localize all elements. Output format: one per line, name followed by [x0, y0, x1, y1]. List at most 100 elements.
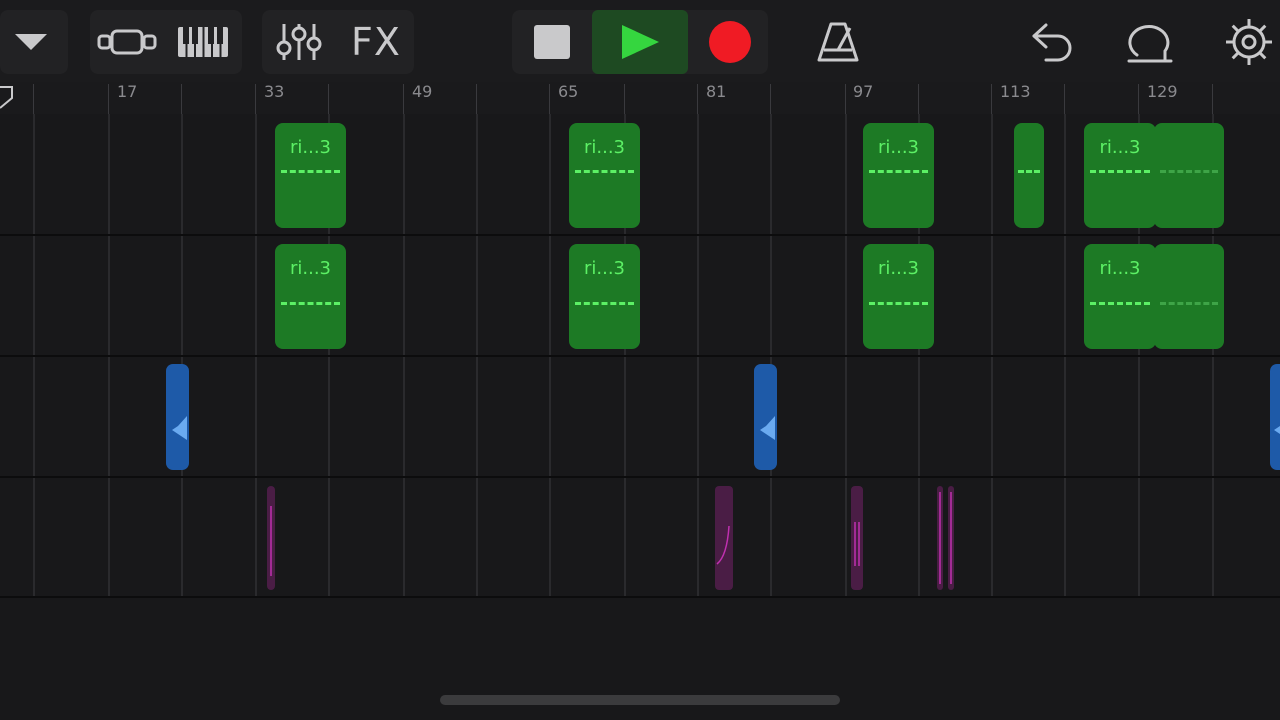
ruler-tick [33, 84, 34, 114]
fx-label: FX [351, 20, 401, 64]
midi-note-line [1160, 302, 1218, 305]
region-detail-icon [939, 492, 941, 584]
midi-region[interactable]: ri...3 [569, 123, 640, 228]
waveform-icon [760, 416, 775, 440]
bar-marker-129: 129 [1147, 82, 1178, 101]
midi-note-line [1090, 302, 1150, 305]
drum-region[interactable] [948, 486, 954, 590]
region-detail-icon [854, 522, 860, 566]
drum-region[interactable] [851, 486, 863, 590]
tracks-dropdown-button[interactable] [0, 10, 62, 74]
audio-region[interactable] [754, 364, 777, 470]
audio-region[interactable] [166, 364, 189, 470]
record-icon [709, 21, 751, 63]
midi-region[interactable]: ri...3 [1084, 123, 1156, 228]
drum-region[interactable] [267, 486, 275, 590]
fx-button[interactable]: FX [340, 10, 412, 74]
region-label: ri...3 [583, 258, 626, 279]
tracks-view-button[interactable] [92, 10, 162, 74]
midi-note-line [575, 170, 634, 173]
bar-marker-97: 97 [853, 82, 874, 101]
midi-region[interactable]: ri...3 [863, 244, 934, 349]
metronome-button[interactable] [800, 10, 876, 74]
ruler-tick [918, 84, 919, 114]
ruler-tick [108, 84, 109, 114]
timeline-ruler[interactable]: 17 33 49 65 81 97 113 129 [0, 82, 1280, 114]
ruler-tick [770, 84, 771, 114]
midi-note-line [869, 302, 928, 305]
ruler-tick [1212, 84, 1213, 114]
midi-region[interactable] [1014, 123, 1044, 228]
playhead-icon[interactable] [0, 86, 14, 110]
region-label: ri...3 [1099, 137, 1141, 158]
drum-region[interactable] [715, 486, 733, 590]
region-label: ri...3 [583, 137, 626, 158]
region-label: ri...3 [877, 137, 920, 158]
track-separator [0, 234, 1280, 236]
undo-button[interactable] [1014, 10, 1090, 74]
loop-browser-icon [1127, 25, 1173, 63]
settings-button[interactable] [1218, 10, 1280, 74]
record-button[interactable] [692, 10, 768, 74]
midi-region[interactable]: ri...3 [1084, 244, 1156, 349]
ruler-tick [624, 84, 625, 114]
track-separator [0, 355, 1280, 357]
midi-note-line [281, 170, 340, 173]
bar-marker-113: 113 [1000, 82, 1031, 101]
region-label: ri...3 [289, 137, 332, 158]
midi-note-line [575, 302, 634, 305]
control-bar: FX [0, 0, 1280, 82]
ruler-tick [403, 84, 404, 114]
waveform-icon [1274, 426, 1280, 434]
ruler-tick [476, 84, 477, 114]
bar-marker-65: 65 [558, 82, 579, 101]
midi-region[interactable]: ri...3 [863, 123, 934, 228]
loop-browser-button[interactable] [1112, 10, 1188, 74]
waveform-icon [172, 416, 187, 440]
region-label: ri...3 [877, 258, 920, 279]
ruler-tick [991, 84, 992, 114]
midi-region[interactable]: ri...3 [275, 244, 346, 349]
midi-region[interactable]: ri...3 [569, 244, 640, 349]
region-detail-icon [270, 506, 272, 576]
ruler-tick [255, 84, 256, 114]
ruler-tick [181, 84, 182, 114]
ruler-tick [328, 84, 329, 114]
ruler-tick [549, 84, 550, 114]
midi-note-line [1090, 170, 1150, 173]
region-label: ri...3 [1099, 258, 1141, 279]
bar-marker-81: 81 [706, 82, 727, 101]
bar-marker-33: 33 [264, 82, 285, 101]
midi-region[interactable]: ri...3 [275, 123, 346, 228]
region-label: ri...3 [289, 258, 332, 279]
stop-icon [534, 25, 570, 59]
stop-button[interactable] [514, 10, 590, 74]
home-indicator[interactable] [440, 695, 840, 705]
drum-region[interactable] [937, 486, 943, 590]
track-separator [0, 476, 1280, 478]
play-button[interactable] [592, 10, 688, 74]
bar-marker-17: 17 [117, 82, 138, 101]
chevron-down-icon [15, 34, 47, 50]
bar-marker-49: 49 [412, 82, 433, 101]
ruler-tick [1064, 84, 1065, 114]
midi-note-line [281, 302, 340, 305]
metronome-icon [817, 22, 859, 62]
ruler-tick [697, 84, 698, 114]
audio-region[interactable] [1270, 364, 1280, 470]
midi-region-loop[interactable] [1154, 244, 1224, 349]
midi-region-loop[interactable] [1154, 123, 1224, 228]
keyboard-button[interactable] [168, 10, 238, 74]
region-detail-icon [950, 492, 952, 584]
track-separator [0, 596, 1280, 598]
midi-note-line [1018, 170, 1040, 173]
midi-note-line [1160, 170, 1218, 173]
mixer-button[interactable] [264, 10, 334, 74]
midi-note-line [869, 170, 928, 173]
gear-icon [1226, 19, 1272, 65]
region-detail-icon [716, 525, 730, 565]
mixer-sliders-icon [276, 24, 322, 60]
piano-keys-icon [178, 27, 228, 57]
ruler-tick [845, 84, 846, 114]
ruler-tick [1138, 84, 1139, 114]
